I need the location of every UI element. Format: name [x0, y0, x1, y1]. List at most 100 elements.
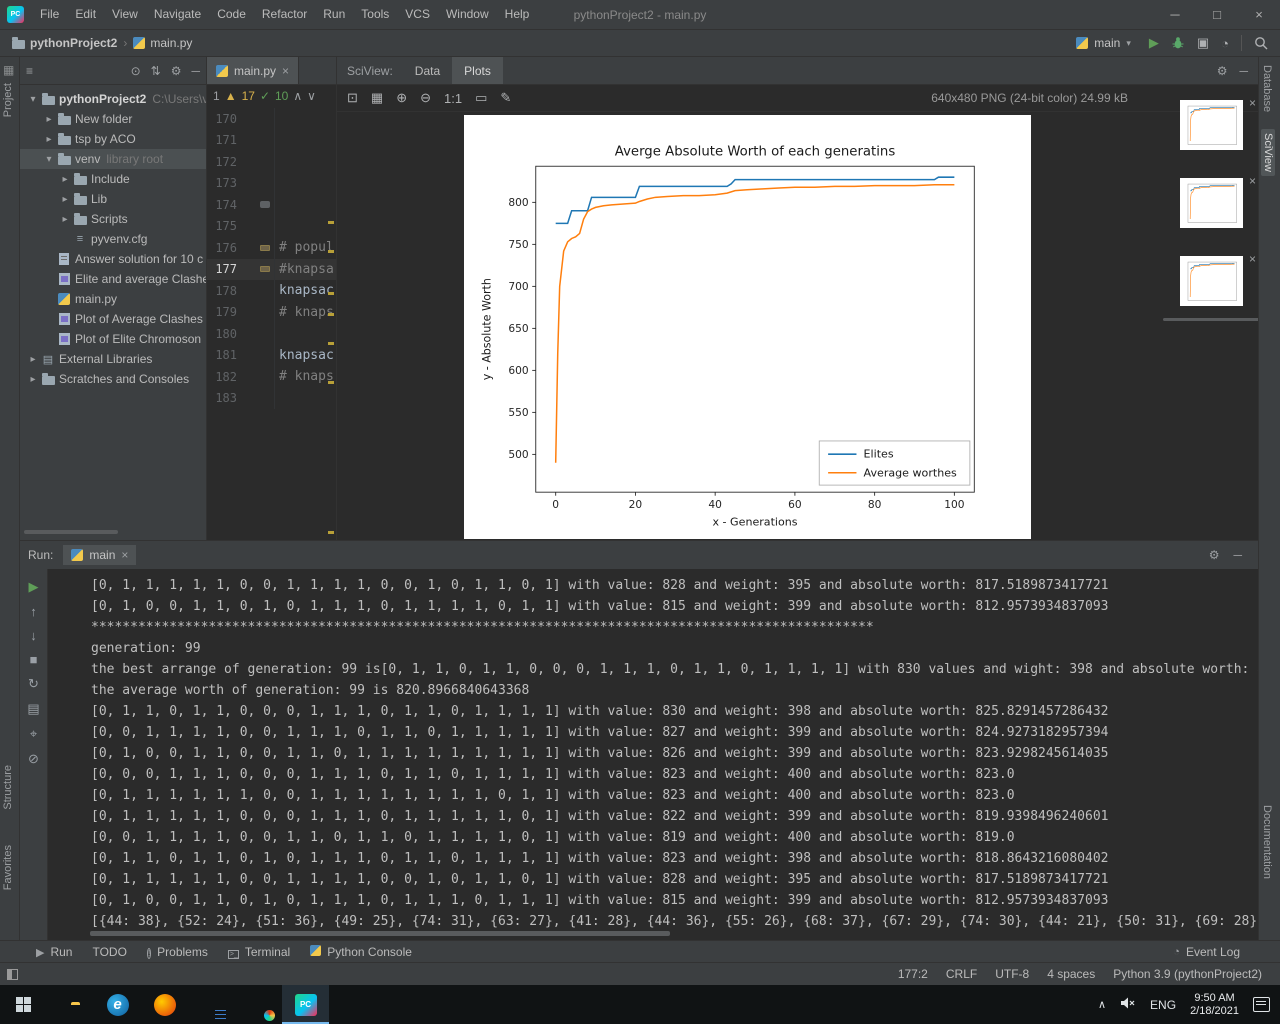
stripe-warning-mark[interactable] [328, 342, 334, 345]
tool-tab-sciview[interactable]: SciView [1261, 129, 1275, 176]
pin-icon[interactable]: ⌖ [30, 726, 37, 742]
collapse-all-icon[interactable]: ⇅ [151, 64, 161, 78]
search-everywhere-button[interactable] [1254, 36, 1268, 50]
tree-item-venv[interactable]: ▾ venv library root [20, 149, 206, 169]
chevron-down-icon[interactable]: ▾ [42, 154, 56, 165]
volume-icon[interactable] [1120, 996, 1136, 1013]
clear-icon[interactable]: ⊘ [28, 751, 39, 767]
tree-item-external-libraries[interactable]: ▸ ▤ External Libraries [20, 349, 206, 369]
run-tab-main[interactable]: main × [63, 545, 137, 565]
taskbar-clock[interactable]: 9:50 AM 2/18/2021 [1190, 992, 1239, 1018]
tree-item-pyvenv-cfg[interactable]: ≡ pyvenv.cfg [20, 229, 206, 249]
prev-problem-icon[interactable]: ∧ [293, 89, 302, 103]
chevron-right-icon[interactable]: ▸ [58, 194, 72, 205]
grid-view-icon[interactable]: ▦ [371, 90, 383, 106]
editor-line-175[interactable]: 175 [207, 215, 336, 237]
plot-thumbnail-2[interactable] [1180, 178, 1243, 228]
close-tab-icon[interactable]: × [282, 64, 289, 78]
plot-thumbnail-1[interactable] [1180, 100, 1243, 150]
stripe-warning-mark[interactable] [328, 381, 334, 384]
editor-error-stripe[interactable] [327, 108, 335, 540]
editor-code-area[interactable]: 170 171 172 173 174 175 176 # popul 177 #knapsa 17… [207, 108, 336, 409]
restore-icon[interactable]: ↻ [28, 676, 39, 692]
tree-item-plot-of-elite-chromoson[interactable]: Plot of Elite Chromoson [20, 329, 206, 349]
tool-tab-favorites[interactable]: Favorites [2, 845, 14, 890]
chevron-right-icon[interactable]: ▸ [26, 354, 40, 365]
tree-item-new-folder[interactable]: ▸ New folder [20, 109, 206, 129]
tree-item-pythonproject2[interactable]: ▾ pythonProject2 C:\Users\v [20, 89, 206, 109]
close-thumbnail-icon[interactable]: × [1249, 174, 1256, 188]
zoom-out-icon[interactable]: ⊖ [420, 90, 431, 106]
tool-tab-structure[interactable]: Structure [2, 765, 14, 810]
menu-run[interactable]: Run [315, 7, 353, 21]
stripe-warning-mark[interactable] [328, 221, 334, 224]
close-window-icon[interactable]: × [1238, 0, 1280, 29]
run-settings-icon[interactable]: ⚙ [1209, 548, 1220, 562]
breadcrumb-project[interactable]: pythonProject2 [12, 36, 117, 50]
editor-line-181[interactable]: 181 knapsac [207, 344, 336, 366]
locate-file-icon[interactable]: ⊙ [131, 64, 141, 78]
sciview-settings-icon[interactable]: ⚙ [1217, 64, 1228, 78]
project-view-selector-icon[interactable]: ≡ [26, 64, 33, 78]
maximize-window-icon[interactable]: □ [1196, 0, 1238, 29]
stop-icon[interactable]: ■ [30, 652, 38, 667]
tree-item-lib[interactable]: ▸ Lib [20, 189, 206, 209]
up-icon[interactable]: ↑ [30, 604, 37, 619]
editor-line-176[interactable]: 176 # popul [207, 237, 336, 259]
tree-item-scratches-and-consoles[interactable]: ▸ Scratches and Consoles [20, 369, 206, 389]
taskbar-app-edge[interactable]: e [94, 985, 141, 1024]
file-encoding[interactable]: UTF-8 [995, 967, 1029, 981]
chevron-right-icon[interactable]: ▸ [58, 174, 72, 185]
editor-line-179[interactable]: 179 # knaps [207, 301, 336, 323]
run-hide-icon[interactable]: ─ [1233, 548, 1242, 562]
stripe-warning-mark[interactable] [328, 250, 334, 253]
editor-line-180[interactable]: 180 [207, 323, 336, 345]
tool-tab-project[interactable]: Project [2, 83, 14, 117]
menu-tools[interactable]: Tools [353, 7, 397, 21]
tool-window-tab-problems[interactable]: ! Problems [137, 941, 218, 962]
menu-edit[interactable]: Edit [67, 7, 104, 21]
tree-item-tsp-by-aco[interactable]: ▸ tsp by ACO [20, 129, 206, 149]
inspections-widget[interactable]: 1 ▲ 17 ✓ 10 ∧ ∨ [207, 85, 336, 107]
tree-item-plot-of-average-clashes[interactable]: Plot of Average Clashes [20, 309, 206, 329]
stripe-warning-mark[interactable] [328, 292, 334, 295]
tree-item-answer-solution-for-10-c[interactable]: Answer solution for 10 c [20, 249, 206, 269]
console-horizontal-scrollbar[interactable] [90, 931, 670, 936]
editor-line-177[interactable]: 177 #knapsa [207, 258, 336, 280]
tool-tab-documentation[interactable]: Documentation [1261, 805, 1273, 879]
tool-window-tab-todo[interactable]: TODO [82, 941, 136, 962]
editor-line-171[interactable]: 171 [207, 129, 336, 151]
sciview-hide-icon[interactable]: ─ [1239, 64, 1248, 78]
chevron-right-icon[interactable]: ▸ [42, 134, 56, 145]
tool-window-tab-python-console[interactable]: Python Console [300, 941, 422, 962]
debug-button[interactable] [1171, 36, 1185, 50]
coverage-button[interactable]: ▣ [1197, 35, 1209, 51]
menu-view[interactable]: View [104, 7, 146, 21]
stripe-warning-mark[interactable] [328, 531, 334, 534]
python-interpreter[interactable]: Python 3.9 (pythonProject2) [1113, 967, 1262, 981]
print-icon[interactable]: ▤ [27, 701, 39, 717]
tree-item-elite-and-average-clashe[interactable]: Elite and average Clashe [20, 269, 206, 289]
minimize-window-icon[interactable]: ─ [1154, 0, 1196, 29]
editor-line-183[interactable]: 183 [207, 387, 336, 409]
menu-vcs[interactable]: VCS [397, 7, 438, 21]
project-horizontal-scrollbar[interactable] [24, 530, 118, 534]
indent-style[interactable]: 4 spaces [1047, 967, 1095, 981]
start-button[interactable] [0, 985, 47, 1024]
chevron-down-icon[interactable]: ▾ [26, 94, 40, 105]
zoom-in-icon[interactable]: ⊕ [396, 90, 407, 106]
rerun-icon[interactable]: ▶ [29, 579, 39, 595]
close-run-tab-icon[interactable]: × [121, 548, 128, 562]
next-problem-icon[interactable]: ∨ [307, 89, 316, 103]
event-log-button[interactable]: ◔ Event Log [1173, 945, 1254, 959]
menu-file[interactable]: File [32, 7, 67, 21]
menu-window[interactable]: Window [438, 7, 497, 21]
close-thumbnail-icon[interactable]: × [1249, 96, 1256, 110]
project-tool-icon[interactable]: ▦ [3, 63, 14, 77]
edit-plot-icon[interactable]: ✎ [500, 90, 511, 106]
profiler-button[interactable]: ◔ [1221, 36, 1229, 51]
taskbar-app-photos[interactable] [235, 985, 282, 1024]
chevron-right-icon[interactable]: ▸ [26, 374, 40, 385]
line-ending[interactable]: CRLF [946, 967, 977, 981]
tool-window-tab-run[interactable]: ▶ Run [26, 941, 82, 962]
